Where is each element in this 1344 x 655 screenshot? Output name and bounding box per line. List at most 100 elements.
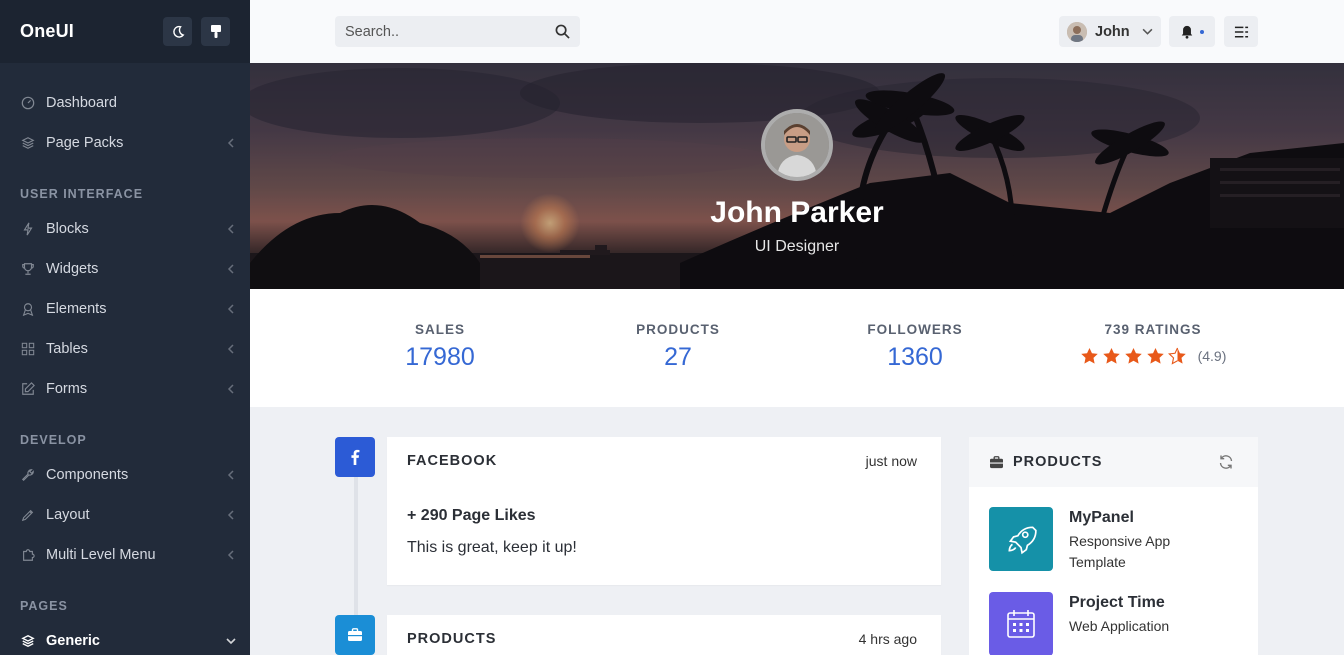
star-icon [1080, 347, 1098, 364]
stat-followers[interactable]: Followers 1360 [796, 322, 1034, 372]
product-item-project-time[interactable]: Project Time Web Application [989, 592, 1199, 655]
notifications-button[interactable] [1169, 16, 1215, 47]
wrench-icon [20, 467, 36, 483]
side-overlay-toggle[interactable] [1224, 16, 1258, 47]
rating-stars: (4.9) [1034, 347, 1272, 365]
layers-icon [20, 633, 36, 649]
sidebar-heading-pages: Pages [20, 599, 68, 613]
sidebar-item-label: Components [46, 467, 129, 483]
profile-hero: John Parker UI Designer [250, 63, 1344, 289]
stat-value: 27 [664, 343, 692, 371]
stat-label: 739 Ratings [1104, 322, 1202, 337]
grid-icon [20, 341, 36, 357]
chevron-left-icon [227, 384, 234, 394]
search-input[interactable] [345, 23, 555, 40]
list-icon [1234, 26, 1248, 37]
rocket-icon [1008, 526, 1037, 555]
star-half-icon [1167, 347, 1186, 365]
gauge-icon [20, 95, 36, 111]
card-headline: + 290 Page Likes [407, 507, 536, 524]
stat-label: Followers [867, 322, 963, 337]
sidebar-item-label: Tables [46, 341, 88, 357]
profile-avatar [761, 109, 833, 181]
chevron-left-icon [227, 510, 234, 520]
search-box[interactable] [335, 16, 580, 47]
avatar [1067, 21, 1087, 42]
sidebar-header: OneUI [0, 0, 250, 63]
product-description: Responsive App Template [1069, 533, 1171, 570]
stat-ratings[interactable]: 739 Ratings (4.9) [1034, 322, 1272, 365]
sidebar: OneUI Dashboard Page Packs User Interfac… [0, 0, 250, 655]
refresh-icon[interactable] [1218, 454, 1234, 470]
trophy-icon [20, 261, 36, 277]
top-header: John [250, 0, 1344, 63]
sidebar-heading-develop: Develop [20, 433, 87, 447]
notification-dot [1200, 29, 1204, 34]
sidebar-item-elements[interactable]: Elements [0, 289, 250, 329]
card-title: Products [407, 631, 497, 647]
sidebar-item-tables[interactable]: Tables [0, 329, 250, 369]
card-message: This is great, keep it up! [407, 539, 577, 556]
user-dropdown-button[interactable]: John [1059, 16, 1161, 47]
brand-logo[interactable]: OneUI [20, 21, 154, 42]
chevron-left-icon [227, 304, 234, 314]
bell-icon [1181, 25, 1193, 39]
timeline-icon-products [335, 615, 375, 655]
pencil-square-icon [20, 381, 36, 397]
theme-toggle[interactable] [201, 17, 230, 46]
chevron-left-icon [227, 344, 234, 354]
search-icon[interactable] [555, 24, 570, 39]
product-tile [989, 507, 1053, 571]
star-icon [1146, 347, 1164, 364]
sidebar-item-label: Forms [46, 381, 88, 397]
sidebar-item-label: Elements [46, 301, 107, 317]
facebook-icon [351, 449, 360, 465]
stat-label: Sales [414, 322, 465, 337]
sidebar-item-widgets[interactable]: Widgets [0, 249, 250, 289]
chevron-left-icon [227, 224, 234, 234]
sidebar-item-layout[interactable]: Layout [0, 495, 250, 535]
sidebar-item-components[interactable]: Components [0, 455, 250, 495]
card-header: Products 4 hrs ago [387, 615, 941, 655]
stat-label: Products [636, 322, 720, 337]
sidebar-item-blocks[interactable]: Blocks [0, 209, 250, 249]
sidebar-item-label: Blocks [46, 221, 89, 237]
panel-title: Products [1013, 454, 1103, 470]
sidebar-item-dashboard[interactable]: Dashboard [0, 83, 250, 123]
sidebar-item-page-packs[interactable]: Page Packs [0, 123, 250, 163]
card-body: + 290 Page Likes This is great, keep it … [387, 485, 941, 581]
bolt-icon [20, 221, 36, 237]
product-name: Project Time [1069, 594, 1165, 611]
briefcase-icon [348, 628, 362, 641]
pen-icon [20, 507, 36, 523]
dark-mode-toggle[interactable] [163, 17, 192, 46]
panel-header: Products [969, 437, 1258, 487]
chevron-down-icon [1142, 28, 1153, 35]
sidebar-item-generic[interactable]: Generic [0, 621, 250, 655]
profile-name: John Parker [710, 196, 884, 229]
sidebar-item-label: Widgets [46, 261, 99, 277]
sidebar-item-forms[interactable]: Forms [0, 369, 250, 409]
moon-icon [172, 25, 184, 38]
card-timestamp: 4 hrs ago [858, 631, 917, 647]
product-item-mypanel[interactable]: MyPanel Responsive App Template [989, 507, 1199, 573]
stat-products[interactable]: Products 27 [559, 322, 797, 372]
profile-stats: Sales 17980 Products 27 Followers 1360 7… [250, 289, 1344, 407]
card-header: Facebook just now [387, 437, 941, 485]
badge-icon [20, 301, 36, 317]
profile-role: UI Designer [754, 238, 840, 255]
star-icon [1102, 347, 1120, 364]
card-title: Facebook [407, 453, 498, 469]
sidebar-heading-user-interface: User Interface [20, 187, 144, 201]
sidebar-nav: Dashboard Page Packs User Interface Bloc… [0, 63, 250, 655]
sidebar-item-label: Dashboard [46, 95, 117, 111]
product-info: MyPanel Responsive App Template [1069, 507, 1199, 573]
brush-icon [210, 24, 221, 38]
puzzle-icon [20, 547, 36, 563]
sidebar-item-multi-level-menu[interactable]: Multi Level Menu [0, 535, 250, 575]
stat-sales[interactable]: Sales 17980 [321, 322, 559, 372]
product-description: Web Application [1069, 618, 1170, 634]
timeline-card-products: Products 4 hrs ago [387, 615, 941, 655]
timeline-line [354, 470, 358, 620]
product-name: MyPanel [1069, 509, 1134, 526]
